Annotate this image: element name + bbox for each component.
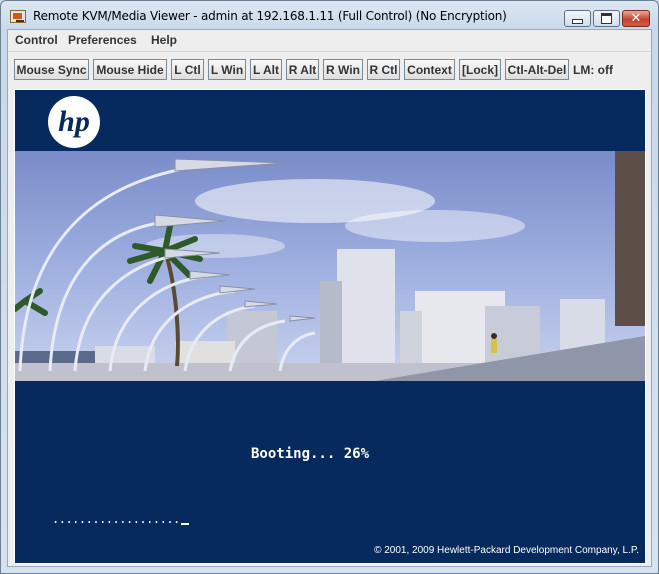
hp-banner: hp bbox=[15, 90, 645, 148]
right-ctrl-button[interactable]: R Ctl bbox=[367, 59, 400, 80]
ctrl-alt-del-button[interactable]: Ctl-Alt-Del bbox=[505, 59, 569, 80]
viewer-client-area: Control Preferences Help Mouse Sync Mous… bbox=[7, 29, 652, 567]
maximize-icon bbox=[601, 13, 612, 24]
boot-progress-dots: ................... bbox=[52, 512, 189, 526]
menu-help[interactable]: Help bbox=[151, 33, 177, 47]
progress-dots-text: ................... bbox=[52, 512, 180, 526]
splash-city-photo bbox=[15, 151, 645, 381]
kvm-app-icon[interactable] bbox=[10, 10, 26, 23]
left-win-button[interactable]: L Win bbox=[208, 59, 246, 80]
maximize-button[interactable] bbox=[593, 10, 620, 27]
remote-screen[interactable]: hp Booting... 26% ................... © … bbox=[14, 89, 646, 564]
toolbar: Mouse Sync Mouse Hide L Ctl L Win L Alt … bbox=[8, 51, 651, 86]
text-cursor bbox=[180, 523, 189, 525]
lm-status: LM: off bbox=[573, 63, 613, 77]
right-win-button[interactable]: R Win bbox=[323, 59, 363, 80]
menu-bar: Control Preferences Help bbox=[8, 30, 651, 51]
mouse-sync-button[interactable]: Mouse Sync bbox=[14, 59, 89, 80]
close-button[interactable]: ✕ bbox=[622, 10, 650, 27]
right-alt-button[interactable]: R Alt bbox=[286, 59, 319, 80]
close-icon: ✕ bbox=[630, 11, 642, 26]
lock-button[interactable]: [Lock] bbox=[459, 59, 501, 80]
window-title: Remote KVM/Media Viewer - admin at 192.1… bbox=[33, 9, 507, 23]
context-button[interactable]: Context bbox=[404, 59, 455, 80]
copyright-notice: © 2001, 2009 Hewlett-Packard Development… bbox=[374, 545, 639, 556]
minimize-icon bbox=[572, 19, 583, 24]
menu-preferences[interactable]: Preferences bbox=[68, 33, 137, 47]
minimize-button[interactable] bbox=[564, 10, 591, 27]
kvm-viewer-window: Remote KVM/Media Viewer - admin at 192.1… bbox=[0, 0, 659, 574]
menu-control[interactable]: Control bbox=[15, 33, 58, 47]
hp-logo: hp bbox=[48, 96, 100, 148]
left-ctrl-button[interactable]: L Ctl bbox=[171, 59, 204, 80]
mouse-hide-button[interactable]: Mouse Hide bbox=[93, 59, 167, 80]
title-bar[interactable]: Remote KVM/Media Viewer - admin at 192.1… bbox=[1, 1, 658, 29]
hp-logo-text: hp bbox=[58, 105, 90, 138]
left-alt-button[interactable]: L Alt bbox=[250, 59, 282, 80]
boot-status-text: Booting... 26% bbox=[251, 446, 370, 462]
